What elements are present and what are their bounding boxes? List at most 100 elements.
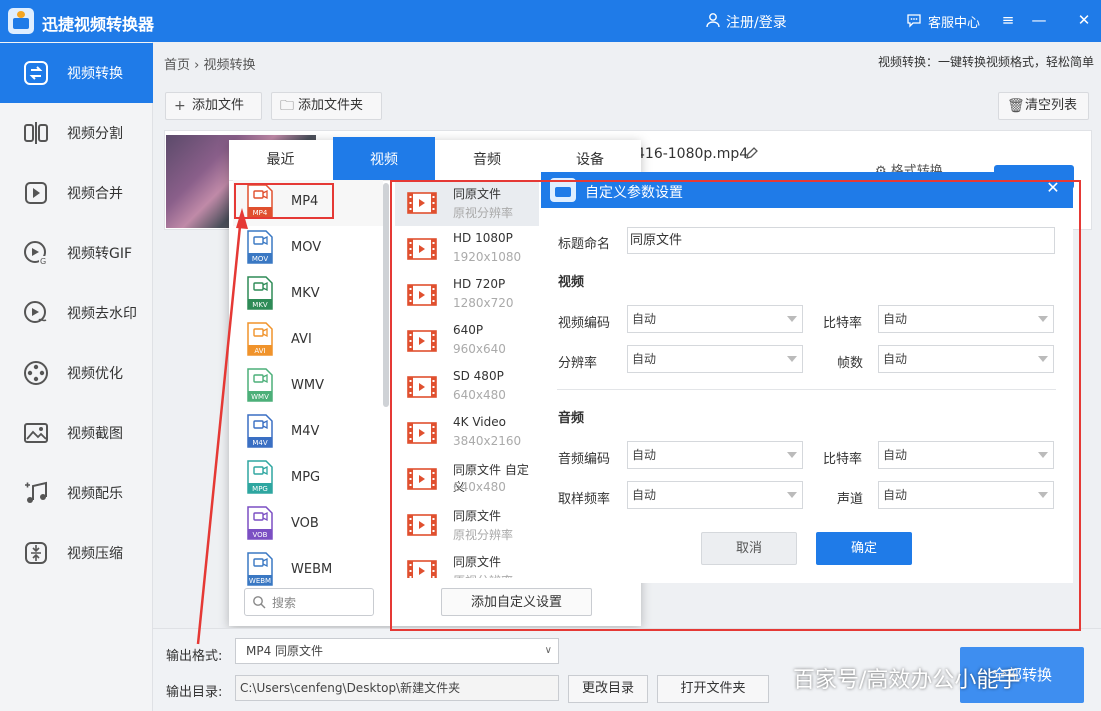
close-icon[interactable]: ✕ xyxy=(1072,8,1096,32)
sidebar-item-video-optimize[interactable]: 视频优化 xyxy=(0,343,153,403)
output-dir-field[interactable]: C:\Users\cenfeng\Desktop\新建文件夹 xyxy=(235,675,559,701)
watermark-icon xyxy=(24,301,47,323)
breadcrumb-current: 视频转换 xyxy=(203,58,256,73)
add-file-button[interactable]: + 添加文件 xyxy=(165,92,262,120)
gif-icon: G xyxy=(24,241,48,266)
sidebar-item-video-screenshot[interactable]: 视频截图 xyxy=(0,403,153,463)
add-folder-label: 添加文件夹 xyxy=(298,98,364,113)
sidebar-item-remove-watermark[interactable]: 视频去水印 xyxy=(0,283,153,343)
sidebar: 视频转换 视频分割 视频合并 G 视频转GIF 视频去水印 视频优化 视频截图 … xyxy=(0,42,153,711)
format-label: VOB xyxy=(291,516,319,531)
music-icon xyxy=(25,481,47,503)
file-format-icon: M4V xyxy=(247,414,273,448)
search-icon xyxy=(253,596,266,609)
sidebar-item-video-gif[interactable]: G 视频转GIF xyxy=(0,223,153,283)
watermark-text: 百家号/高效办公小能手 xyxy=(793,668,1021,693)
sidebar-item-label: 视频优化 xyxy=(67,366,123,382)
output-dir-label: 输出目录: xyxy=(166,685,223,700)
sidebar-item-label: 视频去水印 xyxy=(67,306,137,322)
add-folder-button[interactable]: 🗀 添加文件夹 xyxy=(271,92,382,120)
tab-video[interactable]: 视频 xyxy=(333,137,435,180)
search-placeholder: 搜索 xyxy=(272,596,297,610)
open-folder-button[interactable]: 打开文件夹 xyxy=(657,675,769,703)
clear-list-button[interactable]: 🗑 清空列表 xyxy=(998,92,1089,120)
sidebar-item-label: 视频截图 xyxy=(67,426,123,442)
sidebar-item-video-compress[interactable]: 视频压缩 xyxy=(0,523,153,583)
format-item-m4v[interactable]: M4V M4V xyxy=(233,410,383,456)
pencil-icon[interactable] xyxy=(745,146,758,160)
format-item-mkv[interactable]: MKV MKV xyxy=(233,272,383,318)
sidebar-item-video-convert[interactable]: 视频转换 xyxy=(0,43,153,103)
compress-icon xyxy=(25,542,47,564)
sidebar-item-video-music[interactable]: 视频配乐 xyxy=(0,463,153,523)
trash-icon: 🗑 xyxy=(1007,98,1025,114)
format-list-scrollbar[interactable] xyxy=(383,183,389,407)
sidebar-item-label: 视频转GIF xyxy=(67,246,133,262)
sidebar-item-label: 视频压缩 xyxy=(67,546,123,562)
menu-icon[interactable]: ≡ xyxy=(996,8,1020,32)
svg-text:G: G xyxy=(40,257,46,266)
output-format-value: MP4 同原文件 xyxy=(246,644,324,658)
format-label: MOV xyxy=(291,240,322,255)
breadcrumb: 首页 › 视频转换 xyxy=(164,54,256,73)
user-icon[interactable] xyxy=(705,12,721,28)
file-format-icon: MOV xyxy=(247,230,273,264)
file-format-icon: AVI xyxy=(247,322,273,356)
file-format-icon: WEBM xyxy=(247,552,273,586)
chevron-down-icon: ∨ xyxy=(544,645,552,656)
merge-icon xyxy=(25,182,47,204)
sidebar-item-video-merge[interactable]: 视频合并 xyxy=(0,163,153,223)
format-item-vob[interactable]: VOB VOB xyxy=(233,502,383,548)
file-format-icon: VOB xyxy=(247,506,273,540)
svg-text:VOB: VOB xyxy=(253,531,268,539)
chat-icon[interactable] xyxy=(906,12,922,28)
svg-text:MPG: MPG xyxy=(252,485,268,493)
sidebar-item-label: 视频配乐 xyxy=(67,486,123,502)
format-item-avi[interactable]: AVI AVI xyxy=(233,318,383,364)
svg-text:WEBM: WEBM xyxy=(249,577,271,585)
split-icon xyxy=(24,122,48,144)
folder-icon: 🗀 xyxy=(280,98,294,114)
breadcrumb-separator: › xyxy=(194,58,200,73)
sidebar-item-label: 视频分割 xyxy=(67,126,123,142)
convert-icon xyxy=(24,61,48,85)
customer-service-link[interactable]: 客服中心 xyxy=(928,12,980,31)
sidebar-item-label: 视频转换 xyxy=(67,66,123,82)
app-logo-icon xyxy=(8,8,34,34)
app-title: 迅捷视频转换器 xyxy=(42,15,155,34)
format-label: MPG xyxy=(291,470,321,485)
clear-list-label: 清空列表 xyxy=(1025,98,1078,113)
tab-recent[interactable]: 最近 xyxy=(229,140,332,180)
output-format-label: 输出格式: xyxy=(166,649,223,664)
svg-text:WMV: WMV xyxy=(251,393,269,401)
format-item-mov[interactable]: MOV MOV xyxy=(233,226,383,272)
file-format-icon: MPG xyxy=(247,460,273,494)
annotation-box-mp4 xyxy=(234,183,334,219)
format-item-wmv[interactable]: WMV WMV xyxy=(233,364,383,410)
file-format-icon: WMV xyxy=(247,368,273,402)
add-file-label: 添加文件 xyxy=(192,98,245,113)
svg-text:AVI: AVI xyxy=(254,347,265,355)
breadcrumb-home[interactable]: 首页 xyxy=(164,58,190,73)
annotation-box-dialog xyxy=(390,180,1081,631)
format-label: MKV xyxy=(291,286,320,301)
file-format-icon: MKV xyxy=(247,276,273,310)
format-label: WEBM xyxy=(291,562,333,577)
change-dir-button[interactable]: 更改目录 xyxy=(568,675,648,703)
output-format-select[interactable]: MP4 同原文件 ∨ xyxy=(235,638,559,664)
svg-text:MOV: MOV xyxy=(252,255,268,263)
screenshot-icon xyxy=(24,423,48,443)
sidebar-item-video-split[interactable]: 视频分割 xyxy=(0,103,153,163)
svg-text:MKV: MKV xyxy=(252,301,268,309)
page-tagline: 视频转换：一键转换视频格式，轻松简单 xyxy=(878,55,1095,69)
tab-audio[interactable]: 音频 xyxy=(436,140,538,180)
svg-text:M4V: M4V xyxy=(252,439,267,447)
minimize-icon[interactable]: — xyxy=(1027,8,1051,32)
format-item-mpg[interactable]: MPG MPG xyxy=(233,456,383,502)
format-label: AVI xyxy=(291,332,312,347)
file-name: 416-1080p.mp4 xyxy=(636,146,749,162)
sidebar-item-label: 视频合并 xyxy=(67,186,123,202)
optimize-icon xyxy=(24,361,48,385)
login-link[interactable]: 注册/登录 xyxy=(726,12,787,32)
format-label: WMV xyxy=(291,378,324,393)
